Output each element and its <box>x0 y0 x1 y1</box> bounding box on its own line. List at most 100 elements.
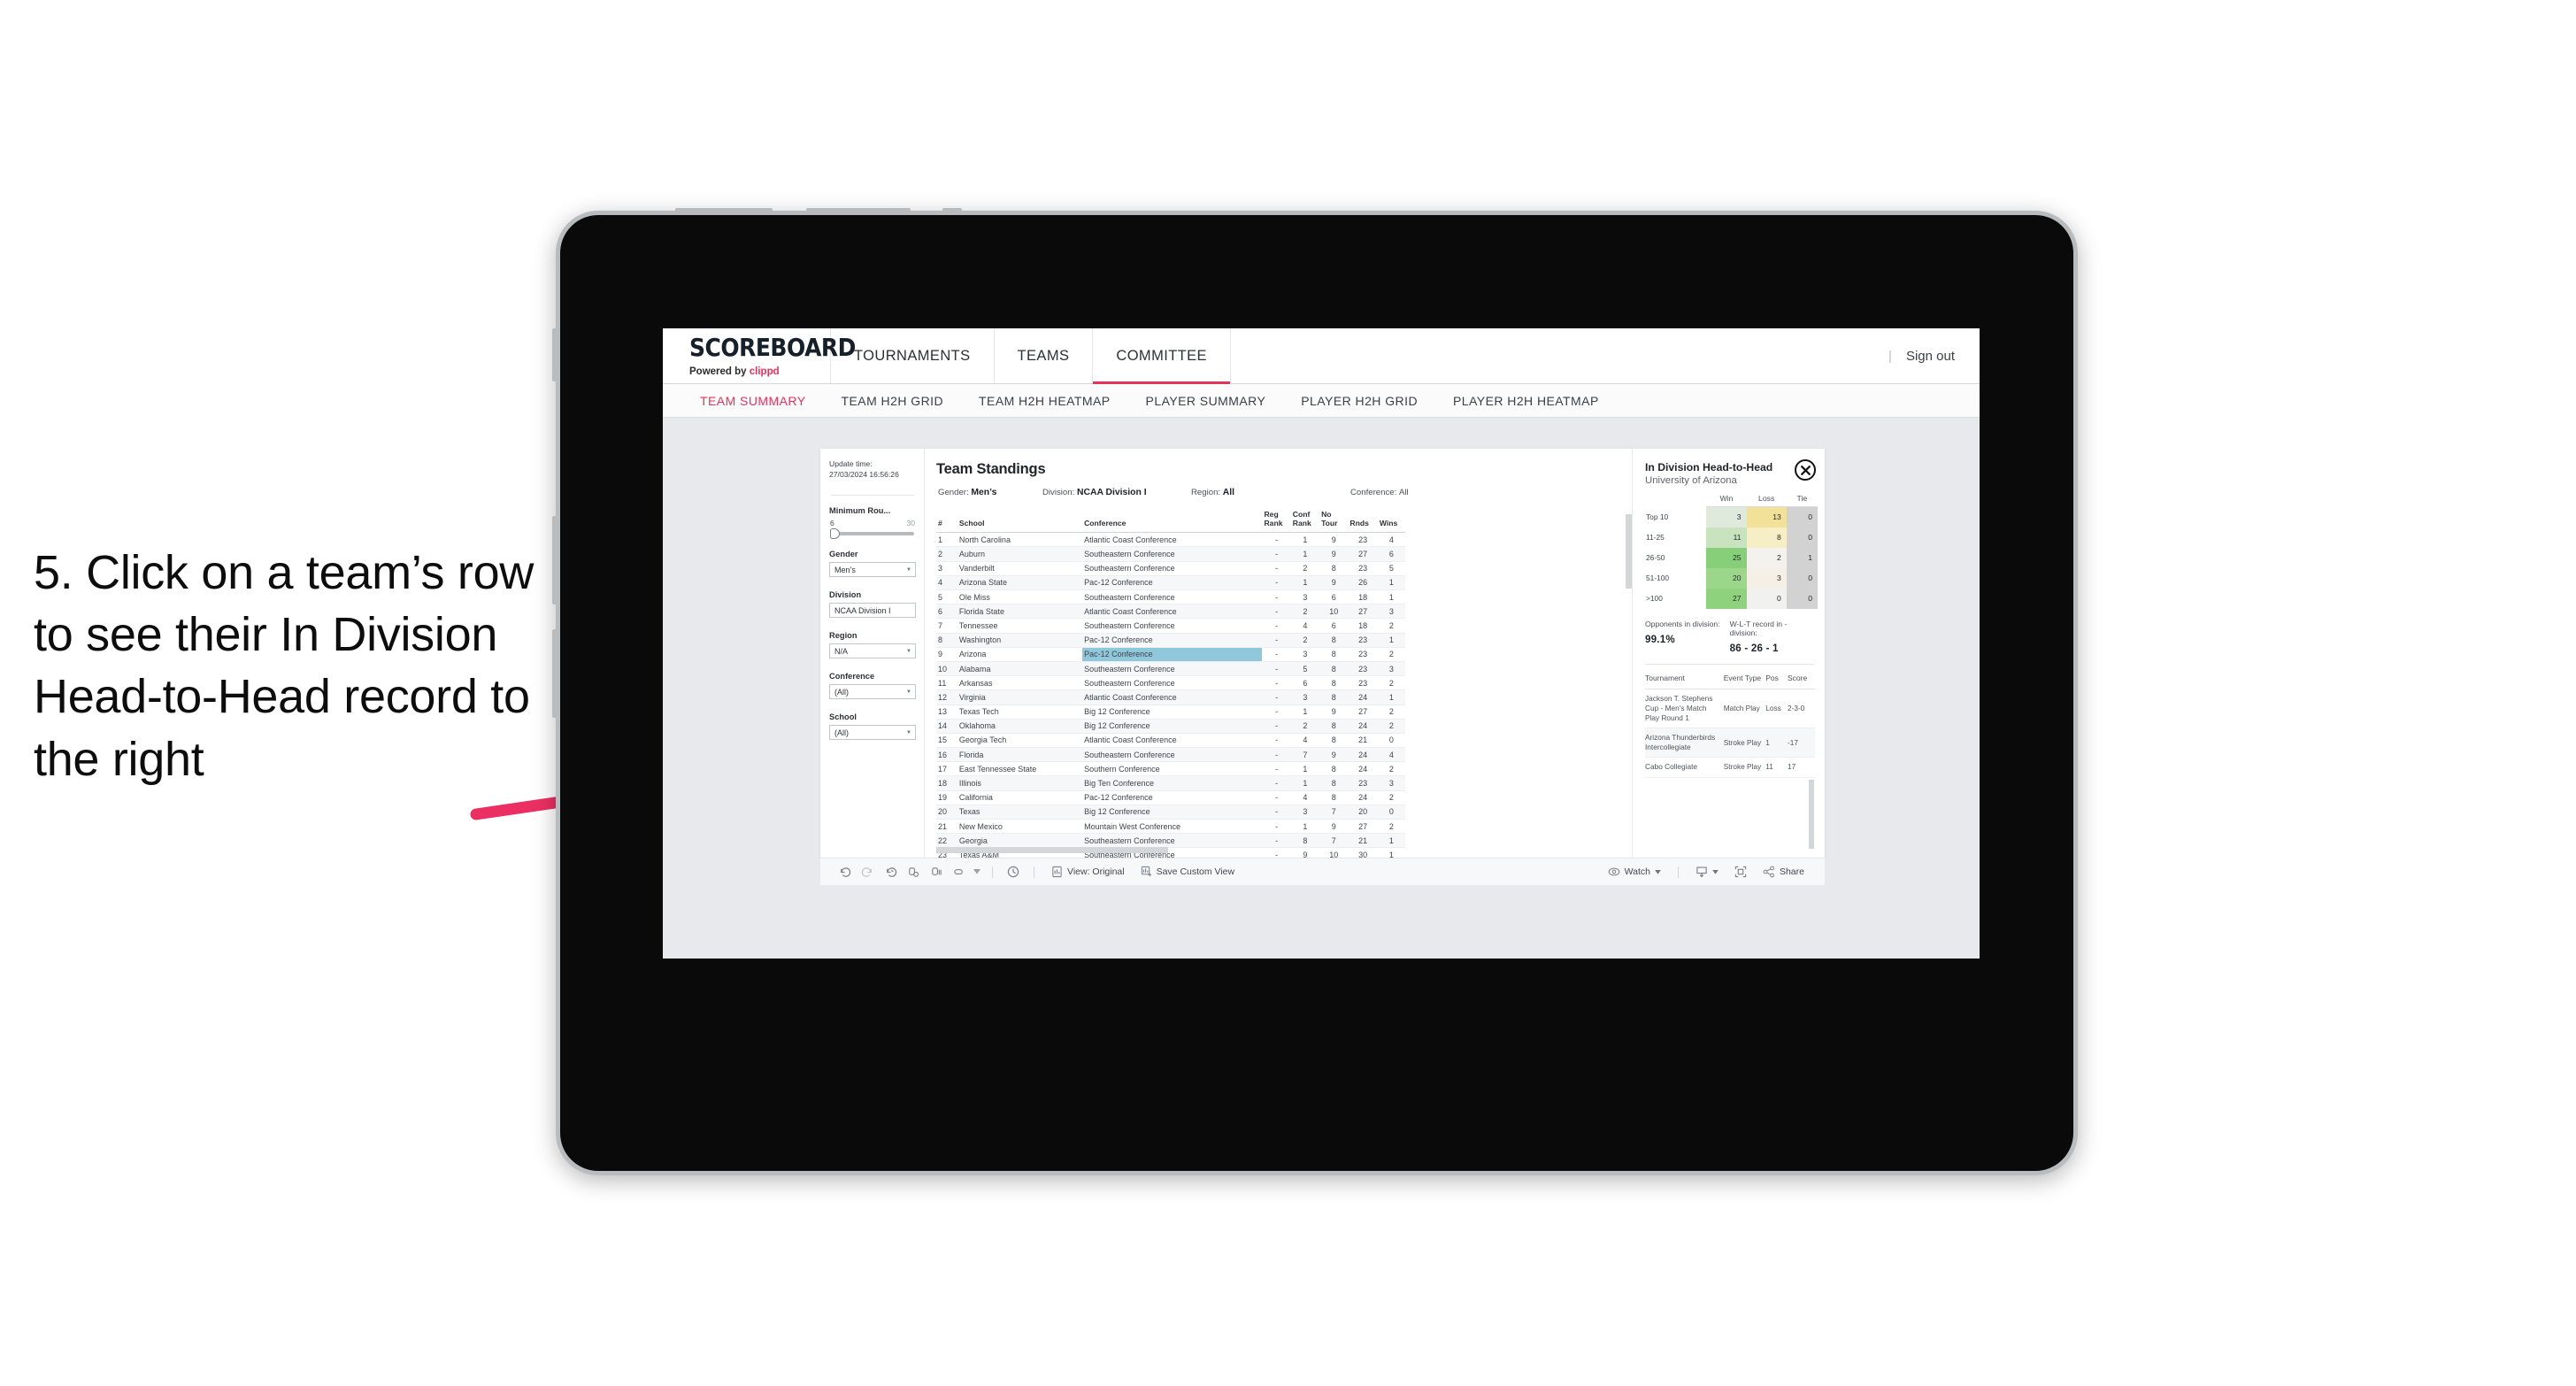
slider-max-value: 30 <box>906 519 915 528</box>
col-conf-rank[interactable]: Conf Rank <box>1290 508 1320 534</box>
division-select[interactable]: NCAA Division I <box>829 603 916 619</box>
conference-select[interactable]: (All) ▼ <box>829 684 916 700</box>
nav-item-committee[interactable]: COMMITTEE <box>1093 328 1231 384</box>
table-row[interactable]: 17 East Tennessee State Southern Conferenc… <box>936 761 1405 777</box>
subtab-team-summary[interactable]: TEAM SUMMARY <box>682 394 824 408</box>
table-row[interactable]: 14 Oklahoma Big 12 Conference -2 8 24 2 <box>936 719 1405 734</box>
cell-rnds: 24 <box>1348 747 1378 763</box>
table-row[interactable]: 21 New Mexico Mountain West Conference -1 9 2… <box>936 819 1405 835</box>
table-row[interactable]: 15 Georgia Tech Atlantic Coast Conference -… <box>936 733 1405 749</box>
col-wins[interactable]: Wins <box>1377 508 1405 534</box>
h2h-cell-loss[interactable]: 8 <box>1746 527 1787 548</box>
table-horizontal-scrollbar[interactable] <box>936 847 1168 853</box>
h2h-cell-loss[interactable]: 13 <box>1746 506 1787 527</box>
table-row[interactable]: 11 Arkansas Southeastern Conference -6 8 23 2 <box>936 675 1405 691</box>
nav-item-teams[interactable]: TEAMS <box>995 328 1094 383</box>
alerts-icon[interactable] <box>948 859 971 886</box>
col-no-tour[interactable]: No Tour <box>1319 508 1349 534</box>
h2h-cell-win[interactable]: 25 <box>1706 547 1747 568</box>
h2h-cell-win[interactable]: 3 <box>1706 506 1747 527</box>
table-vertical-scrollbar[interactable] <box>1626 514 1632 589</box>
cell-conference: Southern Conference <box>1082 761 1263 777</box>
cell-conf-rank: 5 <box>1290 661 1320 677</box>
table-row[interactable]: 3 Vanderbilt Southeastern Conference -2 8 23 5 <box>936 561 1405 576</box>
subtab-player-h2h-heatmap[interactable]: PLAYER H2H HEATMAP <box>1435 394 1617 408</box>
table-row[interactable]: 12 Virginia Atlantic Coast Conference -3 8 24… <box>936 689 1405 705</box>
subtab-team-h2h-heatmap[interactable]: TEAM H2H HEATMAP <box>961 394 1128 408</box>
table-row[interactable]: 4 Arizona State Pac-12 Conference -1 9 26 1 <box>936 575 1405 591</box>
table-row[interactable]: 20 Texas Big 12 Conference -3 7 20 0 <box>936 805 1405 820</box>
watch-button[interactable]: Watch <box>1600 866 1669 877</box>
h2h-cell-loss[interactable]: 2 <box>1746 547 1787 568</box>
cell-no-tour: 8 <box>1319 790 1349 805</box>
cell-rank: 3 <box>936 561 957 576</box>
h2h-cell-tie[interactable]: 1 <box>1786 547 1818 568</box>
h2h-cell-win[interactable]: 11 <box>1706 527 1747 548</box>
table-row[interactable]: 2 Auburn Southeastern Conference -1 9 27 6 <box>936 546 1405 562</box>
h2h-cell-win[interactable]: 27 <box>1706 588 1747 609</box>
region-select[interactable]: N/A ▼ <box>829 643 916 659</box>
h2h-cell-tie[interactable]: 0 <box>1786 588 1818 609</box>
close-icon[interactable] <box>1795 459 1816 481</box>
table-row[interactable]: 18 Illinois Big Ten Conference -1 8 23 3 <box>936 775 1405 791</box>
gender-select[interactable]: Men’s ▼ <box>829 562 916 578</box>
col-rnds[interactable]: Rnds <box>1348 508 1378 534</box>
table-row[interactable]: 9 Arizona Pac-12 Conference -3 8 23 2 <box>936 647 1405 662</box>
h2h-cell-tie[interactable]: 0 <box>1786 527 1818 548</box>
list-item[interactable]: Cabo Collegiate Stroke Play 11 17 <box>1645 757 1815 778</box>
table-row[interactable]: 22 Georgia Southeastern Conference -8 7 21 1 <box>936 833 1405 849</box>
h2h-cell-win[interactable]: 20 <box>1706 567 1747 589</box>
download-button[interactable] <box>1688 866 1726 878</box>
redo-icon[interactable] <box>856 859 879 886</box>
nav-item-tournaments[interactable]: TOURNAMENTS <box>831 328 995 383</box>
col-reg-rank[interactable]: Reg Rank <box>1262 508 1291 534</box>
table-row[interactable]: 16 Florida Southeastern Conference -7 9 24 4 <box>936 747 1405 763</box>
subtab-player-h2h-grid[interactable]: PLAYER H2H GRID <box>1283 394 1435 408</box>
sign-out-link[interactable]: Sign out <box>1906 349 1955 364</box>
h2h-cell-tie[interactable]: 0 <box>1786 506 1818 527</box>
table-row[interactable]: 6 Florida State Atlantic Coast Conference -… <box>936 604 1405 620</box>
slider-handle[interactable] <box>830 528 840 540</box>
fullscreen-button[interactable] <box>1726 866 1755 878</box>
revert-icon[interactable] <box>879 859 902 886</box>
view-original-button[interactable]: View: Original <box>1043 866 1133 878</box>
share-button[interactable]: Share <box>1755 866 1812 878</box>
refresh-data-icon[interactable] <box>902 859 925 886</box>
col-rank[interactable]: # <box>936 508 957 534</box>
chevron-down-icon[interactable] <box>971 859 983 886</box>
table-row[interactable]: 8 Washington Pac-12 Conference -2 8 23 1 <box>936 633 1405 648</box>
undo-icon[interactable] <box>833 859 856 886</box>
h2h-cell-loss[interactable]: 3 <box>1746 567 1787 589</box>
brand-logo[interactable]: SCOREBOARD Powered by clippd <box>663 328 856 383</box>
list-item[interactable]: Jackson T. Stephens Cup - Men’s Match Pl… <box>1645 689 1815 729</box>
meta-conference: Conference: All <box>1350 488 1409 497</box>
table-row[interactable]: 13 Texas Tech Big 12 Conference -1 9 27 2 <box>936 705 1405 720</box>
cell-conf-rank: 3 <box>1290 689 1320 705</box>
pause-updates-icon[interactable] <box>925 859 948 886</box>
school-value: (All) <box>834 728 849 737</box>
cell-reg-rank: - <box>1262 719 1291 734</box>
tournament-scrollbar[interactable] <box>1809 780 1814 849</box>
h2h-cell-loss[interactable]: 0 <box>1746 588 1787 609</box>
table-row[interactable]: 19 California Pac-12 Conference -4 8 24 2 <box>936 790 1405 805</box>
conference-value: (All) <box>834 687 849 697</box>
table-row[interactable]: 7 Tennessee Southeastern Conference -4 6 18 2 <box>936 618 1405 634</box>
col-conference[interactable]: Conference <box>1082 508 1263 534</box>
minimum-rounds-slider[interactable] <box>830 528 914 540</box>
minimum-rounds-label: Minimum Rou... <box>829 506 891 516</box>
h2h-cell-tie[interactable]: 0 <box>1786 567 1818 589</box>
col-school[interactable]: School <box>957 508 1083 534</box>
table-row[interactable]: 5 Ole Miss Southeastern Conference -3 6 18 1 <box>936 589 1405 605</box>
school-select[interactable]: (All) ▼ <box>829 725 916 741</box>
view-original-label: View: Original <box>1067 866 1125 877</box>
cell-wins: 4 <box>1377 532 1405 548</box>
history-icon[interactable] <box>1002 859 1025 886</box>
cell-conf-rank: 4 <box>1290 733 1320 749</box>
save-custom-view-button[interactable]: Save Custom View <box>1133 866 1243 878</box>
table-row[interactable]: 10 Alabama Southeastern Conference -5 8 23 3 <box>936 661 1405 677</box>
table-row[interactable]: 1 North Carolina Atlantic Coast Conference… <box>936 532 1405 548</box>
subtab-player-summary[interactable]: PLAYER SUMMARY <box>1128 394 1284 408</box>
list-item[interactable]: Arizona Thunderbirds Intercollegiate Stro… <box>1645 728 1815 758</box>
chevron-down-icon: ▼ <box>906 648 911 654</box>
subtab-team-h2h-grid[interactable]: TEAM H2H GRID <box>824 394 962 408</box>
